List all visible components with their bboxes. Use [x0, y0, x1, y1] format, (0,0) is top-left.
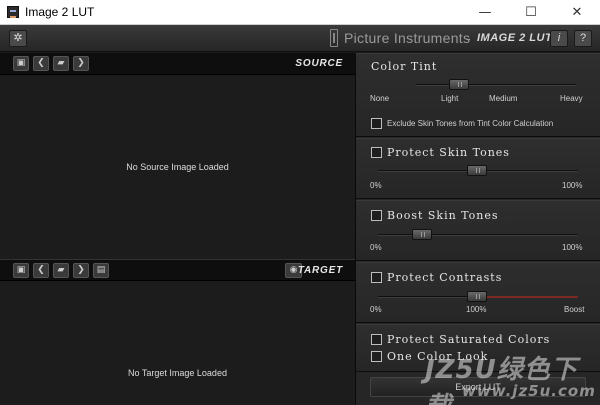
- protect-skin-min: 0%: [370, 181, 382, 190]
- tint-tick-none: None: [370, 94, 390, 103]
- chevron-right-icon[interactable]: ❯: [73, 56, 89, 71]
- brand-logo-icon: [330, 29, 338, 47]
- boost-skin-section: Boost Skin Tones 0% 100%: [356, 200, 600, 261]
- chevron-left-icon[interactable]: ❮: [33, 263, 49, 278]
- protect-skin-title: Protect Skin Tones: [387, 146, 510, 159]
- watermark-line-2: www.jz5u.com: [462, 382, 596, 400]
- protect-contrasts-checkbox[interactable]: [371, 272, 382, 283]
- brand-name: Picture Instruments: [344, 30, 471, 46]
- maximize-button[interactable]: ☐: [508, 0, 554, 25]
- exclude-skin-label: Exclude Skin Tones from Tint Color Calcu…: [387, 119, 554, 128]
- color-tint-slider-thumb[interactable]: [449, 79, 469, 90]
- help-button[interactable]: ?: [574, 30, 592, 47]
- color-tint-section: Color Tint None Light Medium Heavy Exclu…: [356, 53, 600, 137]
- info-button[interactable]: i: [550, 30, 568, 47]
- brand-separator: -: [466, 30, 471, 46]
- boost-skin-max: 100%: [562, 243, 583, 252]
- boost-skin-slider-thumb[interactable]: [412, 229, 432, 240]
- save-icon[interactable]: ▣: [13, 56, 29, 71]
- window-title: Image 2 LUT: [25, 5, 95, 19]
- tint-tick-light: Light: [441, 94, 459, 103]
- target-toolbar: ▣ ❮ ▰ ❯ ▤ ◉ TARGET: [0, 259, 355, 281]
- folder-icon[interactable]: ▰: [53, 263, 69, 278]
- gear-icon[interactable]: ✲: [9, 30, 27, 47]
- disk-icon[interactable]: ▤: [93, 263, 109, 278]
- protect-contrasts-max: Boost: [564, 305, 585, 314]
- one-color-look-checkbox[interactable]: [371, 351, 382, 362]
- chevron-right-icon[interactable]: ❯: [73, 263, 89, 278]
- protect-contrasts-slider-thumb[interactable]: [467, 291, 487, 302]
- protect-skin-checkbox[interactable]: [371, 147, 382, 158]
- tint-tick-medium: Medium: [489, 94, 518, 103]
- protect-skin-max: 100%: [562, 181, 583, 190]
- source-image-area[interactable]: No Source Image Loaded: [0, 76, 355, 259]
- app-header: ✲ Picture Instruments - IMAGE 2 LUT i ?: [0, 25, 600, 52]
- boost-skin-min: 0%: [370, 243, 382, 252]
- window-title-bar: Image 2 LUT — ☐ ✕: [0, 0, 600, 25]
- close-button[interactable]: ✕: [554, 0, 600, 25]
- app-icon: [7, 6, 19, 18]
- protect-saturated-title: Protect Saturated Colors: [387, 333, 551, 346]
- target-image-area[interactable]: No Target Image Loaded: [0, 282, 355, 405]
- protect-contrasts-title: Protect Contrasts: [387, 271, 503, 284]
- protect-contrasts-min: 0%: [370, 305, 382, 314]
- protect-saturated-checkbox[interactable]: [371, 334, 382, 345]
- boost-skin-title: Boost Skin Tones: [387, 209, 499, 222]
- save-icon[interactable]: ▣: [13, 263, 29, 278]
- minimize-button[interactable]: —: [462, 0, 508, 25]
- source-toolbar: ▣ ❮ ▰ ❯ SOURCE: [0, 53, 355, 75]
- protect-contrasts-mid: 100%: [466, 305, 487, 314]
- protect-skin-slider-thumb[interactable]: [467, 165, 487, 176]
- chevron-left-icon[interactable]: ❮: [33, 56, 49, 71]
- protect-contrasts-section: Protect Contrasts 0% 100% Boost: [356, 262, 600, 323]
- source-label: SOURCE: [295, 58, 343, 69]
- target-label: TARGET: [297, 265, 343, 276]
- target-empty-message: No Target Image Loaded: [128, 368, 227, 378]
- boost-skin-checkbox[interactable]: [371, 210, 382, 221]
- boost-skin-track[interactable]: [378, 234, 578, 236]
- product-name: IMAGE 2 LUT: [477, 32, 553, 44]
- exclude-skin-checkbox[interactable]: [371, 118, 382, 129]
- tint-tick-heavy: Heavy: [560, 94, 583, 103]
- color-tint-track[interactable]: [416, 84, 576, 86]
- protect-skin-section: Protect Skin Tones 0% 100%: [356, 138, 600, 199]
- source-empty-message: No Source Image Loaded: [126, 162, 229, 172]
- protect-contrasts-boost-range: [481, 296, 578, 298]
- folder-icon[interactable]: ▰: [53, 56, 69, 71]
- color-tint-title: Color Tint: [371, 60, 438, 73]
